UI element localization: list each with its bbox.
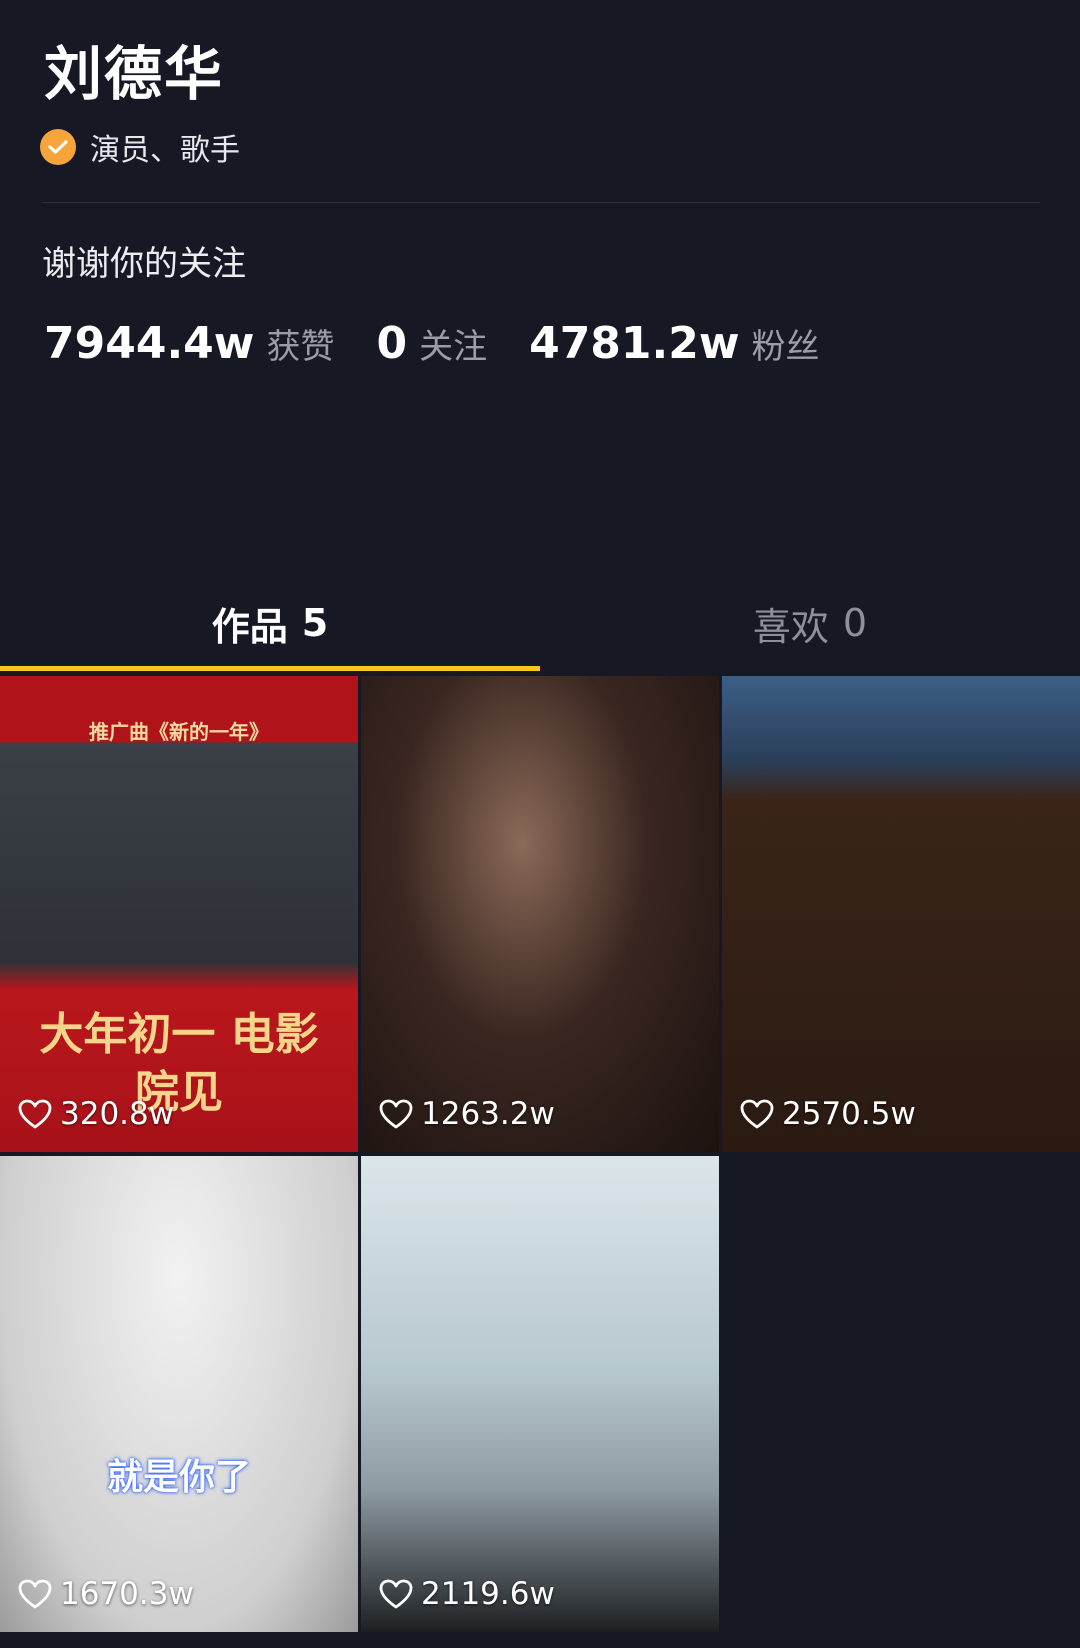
tab-works-label: 作品: [211, 604, 288, 649]
stat-likes-label: 获赞: [266, 327, 335, 367]
profile-bio: 谢谢你的关注: [42, 244, 246, 284]
tab-works[interactable]: 作品 5: [0, 578, 540, 668]
thumbnail-caption-top: 推广曲《新的一年》: [89, 720, 269, 744]
heart-icon: [379, 1579, 413, 1609]
divider: [42, 202, 1040, 203]
content-tabs: 作品 5 喜欢 0: [0, 578, 1080, 672]
video-like-count: 2570.5w: [740, 1096, 916, 1132]
video-tile[interactable]: 2119.6w: [361, 1156, 719, 1632]
verification-label: 演员、歌手: [90, 133, 240, 168]
like-count-text: 2119.6w: [421, 1576, 555, 1612]
profile-stats: 7944.4w 获赞 0 关注 4781.2w 粉丝: [44, 318, 862, 374]
video-tile[interactable]: 2570.5w: [722, 676, 1080, 1152]
video-like-count: 320.8w: [18, 1096, 174, 1132]
verification-row: 演员、歌手: [40, 124, 240, 170]
tab-likes[interactable]: 喜欢 0: [540, 578, 1080, 668]
stat-likes[interactable]: 7944.4w 获赞: [44, 318, 334, 369]
stat-following-number: 0: [376, 318, 408, 369]
video-like-count: 1263.2w: [379, 1096, 555, 1132]
heart-icon: [18, 1099, 52, 1129]
video-thumbnail: [722, 676, 1080, 1152]
video-tile[interactable]: 推广曲《新的一年》 大年初一 电影院见 320.8w: [0, 676, 358, 1152]
heart-icon: [740, 1099, 774, 1129]
video-like-count: 2119.6w: [379, 1576, 555, 1612]
tab-likes-count: 0: [842, 601, 868, 645]
video-tile[interactable]: 就是你了 1670.3w: [0, 1156, 358, 1632]
video-thumbnail: [361, 676, 719, 1152]
like-count-text: 1263.2w: [421, 1096, 555, 1132]
heart-icon: [18, 1579, 52, 1609]
video-thumbnail: [361, 1156, 719, 1632]
thumbnail-caption-middle: 就是你了: [106, 1457, 251, 1498]
verified-check-icon: [40, 129, 76, 165]
stat-following[interactable]: 0 关注: [376, 318, 487, 369]
tab-works-count: 5: [301, 601, 329, 645]
like-count-text: 320.8w: [60, 1096, 175, 1132]
like-count-text: 1670.3w: [60, 1576, 194, 1612]
stat-followers-label: 粉丝: [751, 327, 820, 367]
video-like-count: 1670.3w: [18, 1576, 194, 1612]
profile-header: 刘德华 演员、歌手 谢谢你的关注 7944.4w 获赞 0 关注 4781.2w…: [0, 0, 1080, 560]
stat-followers-number: 4781.2w: [529, 318, 740, 369]
active-tab-indicator: [0, 666, 540, 671]
like-count-text: 2570.5w: [782, 1096, 916, 1132]
stat-likes-number: 7944.4w: [44, 318, 255, 369]
video-grid: 推广曲《新的一年》 大年初一 电影院见 320.8w 1263.2w 2570.…: [0, 676, 1080, 1632]
stat-followers[interactable]: 4781.2w 粉丝: [529, 318, 819, 369]
stat-following-label: 关注: [419, 327, 488, 367]
heart-icon: [379, 1099, 413, 1129]
profile-name: 刘德华: [44, 40, 225, 108]
video-thumbnail: [0, 1156, 358, 1632]
tab-likes-label: 喜欢: [752, 604, 829, 649]
video-tile[interactable]: 1263.2w: [361, 676, 719, 1152]
